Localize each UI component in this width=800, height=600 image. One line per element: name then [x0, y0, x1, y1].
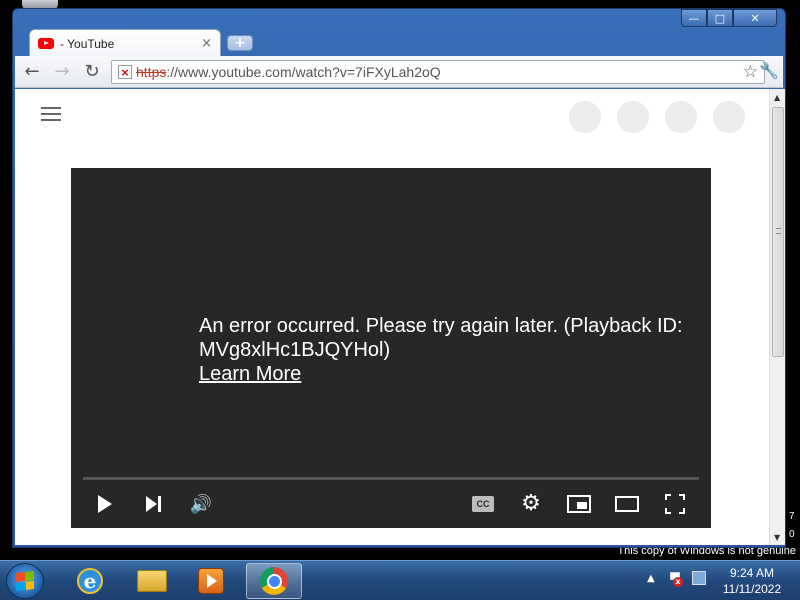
hamburger-menu-icon[interactable]: [41, 107, 61, 121]
chrome-window: — □ ✕ - YouTube × + ← → ↻ × https://www.…: [12, 8, 786, 548]
scroll-thumb[interactable]: [772, 107, 784, 357]
youtube-icon: [38, 38, 54, 49]
maximize-button[interactable]: □: [707, 9, 733, 27]
volume-icon: 🔊: [189, 493, 213, 515]
tab-close-icon[interactable]: ×: [201, 36, 212, 51]
theater-mode-button[interactable]: [613, 490, 641, 518]
placeholder-circle-1: [569, 101, 601, 133]
forward-button[interactable]: →: [49, 60, 75, 84]
fullscreen-button[interactable]: [661, 490, 689, 518]
minimize-button[interactable]: —: [681, 9, 707, 27]
clock-date: 11/11/2022: [722, 582, 782, 596]
next-icon: [145, 496, 161, 512]
learn-more-link[interactable]: Learn More: [199, 362, 301, 386]
error-line-1: An error occurred. Please try again late…: [199, 315, 683, 337]
url-text[interactable]: https://www.youtube.com/watch?v=7iFXyLah…: [136, 64, 441, 80]
taskbar-internet-explorer[interactable]: e: [62, 563, 118, 599]
system-clock[interactable]: 9:24 AM 11/11/2022: [714, 565, 790, 597]
reload-button[interactable]: ↻: [79, 60, 105, 84]
play-button[interactable]: [91, 490, 119, 518]
taskbar-windows-explorer[interactable]: [124, 563, 180, 599]
player-controls: 🔊 CC ⚙: [71, 486, 711, 522]
internet-explorer-icon: e: [77, 568, 103, 594]
miniplayer-button[interactable]: [565, 490, 593, 518]
bookmark-star-icon[interactable]: ☆: [743, 62, 758, 82]
next-button[interactable]: [139, 490, 167, 518]
window-controls: — □ ✕: [681, 9, 777, 27]
scroll-down-arrow-icon[interactable]: ▼: [774, 533, 780, 542]
volume-button[interactable]: 🔊: [187, 490, 215, 518]
video-player[interactable]: An error occurred. Please try again late…: [71, 168, 711, 528]
play-icon: [98, 495, 112, 513]
network-icon[interactable]: [692, 571, 706, 585]
tab-title: - YouTube: [60, 36, 115, 51]
captions-icon: CC: [472, 496, 494, 512]
address-bar[interactable]: × https://www.youtube.com/watch?v=7iFXyL…: [111, 60, 765, 84]
scroll-up-arrow-icon[interactable]: ▲: [774, 93, 780, 102]
folder-icon: [137, 570, 167, 592]
miniplayer-icon: [567, 495, 591, 513]
chrome-icon: [260, 567, 288, 595]
media-player-icon: [198, 568, 224, 594]
captions-button[interactable]: CC: [469, 490, 497, 518]
start-button[interactable]: [6, 563, 44, 599]
scroll-grip-icon: [776, 228, 781, 234]
browser-toolbar: ← → ↻ × https://www.youtube.com/watch?v=…: [15, 56, 783, 88]
progress-bar[interactable]: [83, 477, 699, 480]
vertical-scrollbar[interactable]: ▲ ▼: [769, 89, 785, 545]
fullscreen-icon: [665, 494, 685, 514]
wrench-menu-icon[interactable]: 🔧: [759, 61, 779, 80]
placeholder-circle-3: [665, 101, 697, 133]
placeholder-circle-4: [713, 101, 745, 133]
placeholder-circle-2: [617, 101, 649, 133]
show-hidden-icons-icon[interactable]: ▲: [647, 573, 655, 584]
taskbar-google-chrome[interactable]: [246, 563, 302, 599]
taskbar: e ▲ x 9:24 AM 11/11/2022: [0, 560, 800, 600]
settings-button[interactable]: ⚙: [517, 490, 545, 518]
new-tab-button[interactable]: +: [227, 35, 253, 51]
clock-time: 9:24 AM: [729, 566, 775, 580]
theater-icon: [615, 496, 639, 512]
gear-icon: ⚙: [521, 491, 541, 516]
url-scheme: https: [136, 64, 167, 80]
action-center-icon[interactable]: x: [668, 571, 683, 587]
taskbar-media-player[interactable]: [183, 563, 239, 599]
url-rest: ://www.youtube.com/watch?v=7iFXyLah2oQ: [166, 64, 441, 80]
edge-digit-2: 0: [789, 529, 795, 540]
tab-youtube[interactable]: - YouTube ×: [29, 29, 221, 57]
error-message: An error occurred. Please try again late…: [199, 314, 711, 386]
edge-digit-1: 7: [789, 511, 795, 522]
windows-logo-icon: [16, 571, 34, 591]
back-button[interactable]: ←: [19, 60, 45, 84]
broken-lock-icon[interactable]: ×: [118, 65, 132, 79]
error-line-2: MVg8xlHc1BJQYHol): [199, 339, 391, 361]
page-content: An error occurred. Please try again late…: [15, 89, 769, 545]
close-window-button[interactable]: ✕: [733, 9, 777, 27]
